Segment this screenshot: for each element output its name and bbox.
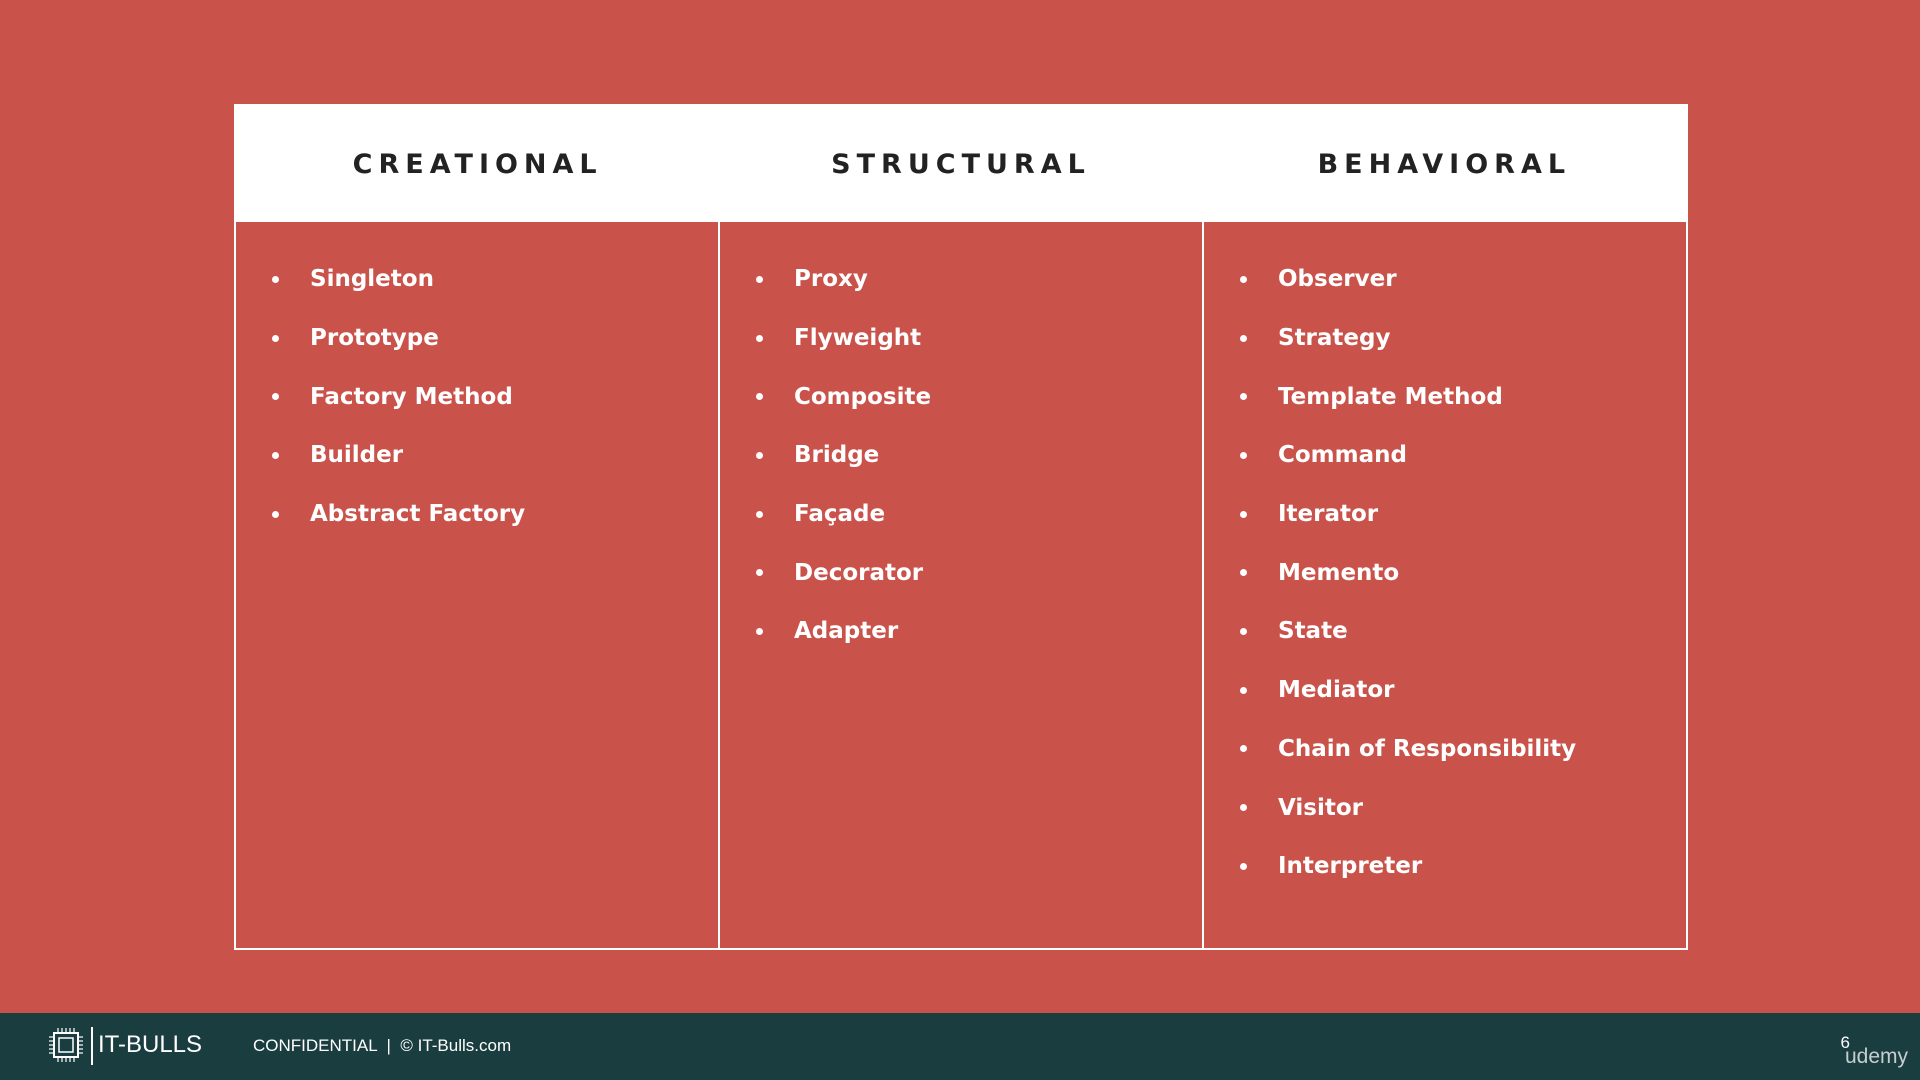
bullet-icon [756,275,763,283]
list-item: Mediator [1240,661,1686,720]
bullet-icon [1240,569,1247,577]
company-logo-text: IT-BULLS [98,1031,203,1058]
list-item: Abstract Factory [272,485,718,544]
pattern-name: Chain of Responsibility [1278,735,1577,762]
bullet-icon [1240,686,1247,694]
bullet-icon [1240,393,1247,401]
list-item: Prototype [272,309,718,368]
list-item: Factory Method [272,367,718,426]
bullet-icon [756,393,763,401]
pattern-name: Prototype [310,325,439,352]
pattern-name: Decorator [794,559,924,586]
bullet-icon [1240,510,1247,518]
pattern-name: Builder [310,442,404,469]
pattern-name: Iterator [1278,501,1379,528]
list-item: Singleton [272,250,718,309]
list-item: Builder [272,426,718,485]
pattern-name: Strategy [1278,325,1391,352]
header-creational: CREATIONAL [352,148,603,180]
pattern-name: Proxy [794,266,868,293]
table-body-row: Singleton Prototype Factory Method Builder A… [236,222,1686,948]
list-item: Bridge [756,426,1202,485]
list-item: Façade [756,485,1202,544]
chip-icon [49,1028,83,1062]
list-item: Memento [1240,543,1686,602]
list-item: Adapter [756,602,1202,661]
pattern-name: Command [1278,442,1407,469]
list-item: State [1240,602,1686,661]
list-item: Template Method [1240,367,1686,426]
header-behavioral: BEHAVIORAL [1317,148,1572,180]
pattern-name: Adapter [794,618,899,645]
bullet-icon [756,569,763,577]
pattern-name: Façade [794,501,886,528]
pattern-name: State [1278,618,1348,645]
slide: CREATIONAL STRUCTURAL BEHAVIORAL Singlet… [0,0,1920,1080]
list-item: Interpreter [1240,837,1686,896]
header-structural: STRUCTURAL [831,148,1091,180]
bullet-icon [272,393,279,401]
pattern-name: Flyweight [794,325,922,352]
bullet-icon [272,510,279,518]
list-item: Observer [1240,250,1686,309]
list-item: Flyweight [756,309,1202,368]
bullet-icon [1240,862,1247,870]
list-item: Command [1240,426,1686,485]
bullet-icon [756,334,763,342]
list-item: Proxy [756,250,1202,309]
bullet-icon [272,275,279,283]
list-item: Strategy [1240,309,1686,368]
table-header-row: CREATIONAL STRUCTURAL BEHAVIORAL [236,106,1686,222]
footer-bar: IT-BULLS CONFIDENTIAL | © IT-Bulls.com 6… [0,1013,1920,1080]
bullet-icon [1240,627,1247,635]
pattern-name: Factory Method [310,383,513,410]
bullet-icon [272,334,279,342]
creational-column: Singleton Prototype Factory Method Builder A… [236,222,720,948]
bullet-icon [756,510,763,518]
bullet-icon [1240,451,1247,459]
logo-divider [91,1027,93,1065]
bullet-icon [1240,275,1247,283]
patterns-table: CREATIONAL STRUCTURAL BEHAVIORAL Singlet… [234,104,1688,950]
pattern-name: Memento [1278,559,1400,586]
behavioral-column: Observer Strategy Template Method Command It… [1204,222,1686,948]
bullet-icon [1240,745,1247,753]
udemy-watermark: udemy [1844,1045,1908,1068]
list-item: Chain of Responsibility [1240,720,1686,779]
pattern-name: Bridge [794,442,880,469]
structural-column: Proxy Flyweight Composite Bridge Façade Decor… [720,222,1204,948]
pattern-name: Interpreter [1278,853,1423,880]
list-item: Visitor [1240,778,1686,837]
bullet-icon [756,627,763,635]
footer-info-text: CONFIDENTIAL | © IT-Bulls.com [253,1036,512,1055]
pattern-name: Observer [1278,266,1397,293]
list-item: Iterator [1240,485,1686,544]
list-item: Composite [756,367,1202,426]
pattern-name: Composite [794,383,932,410]
pattern-name: Mediator [1278,677,1395,704]
pattern-name: Singleton [310,266,434,293]
bullet-icon [756,451,763,459]
list-item: Decorator [756,543,1202,602]
bullet-icon [272,451,279,459]
pattern-name: Visitor [1278,794,1363,821]
pattern-name: Template Method [1278,383,1503,410]
bullet-icon [1240,804,1247,812]
bullet-icon [1240,334,1247,342]
pattern-name: Abstract Factory [310,501,526,528]
